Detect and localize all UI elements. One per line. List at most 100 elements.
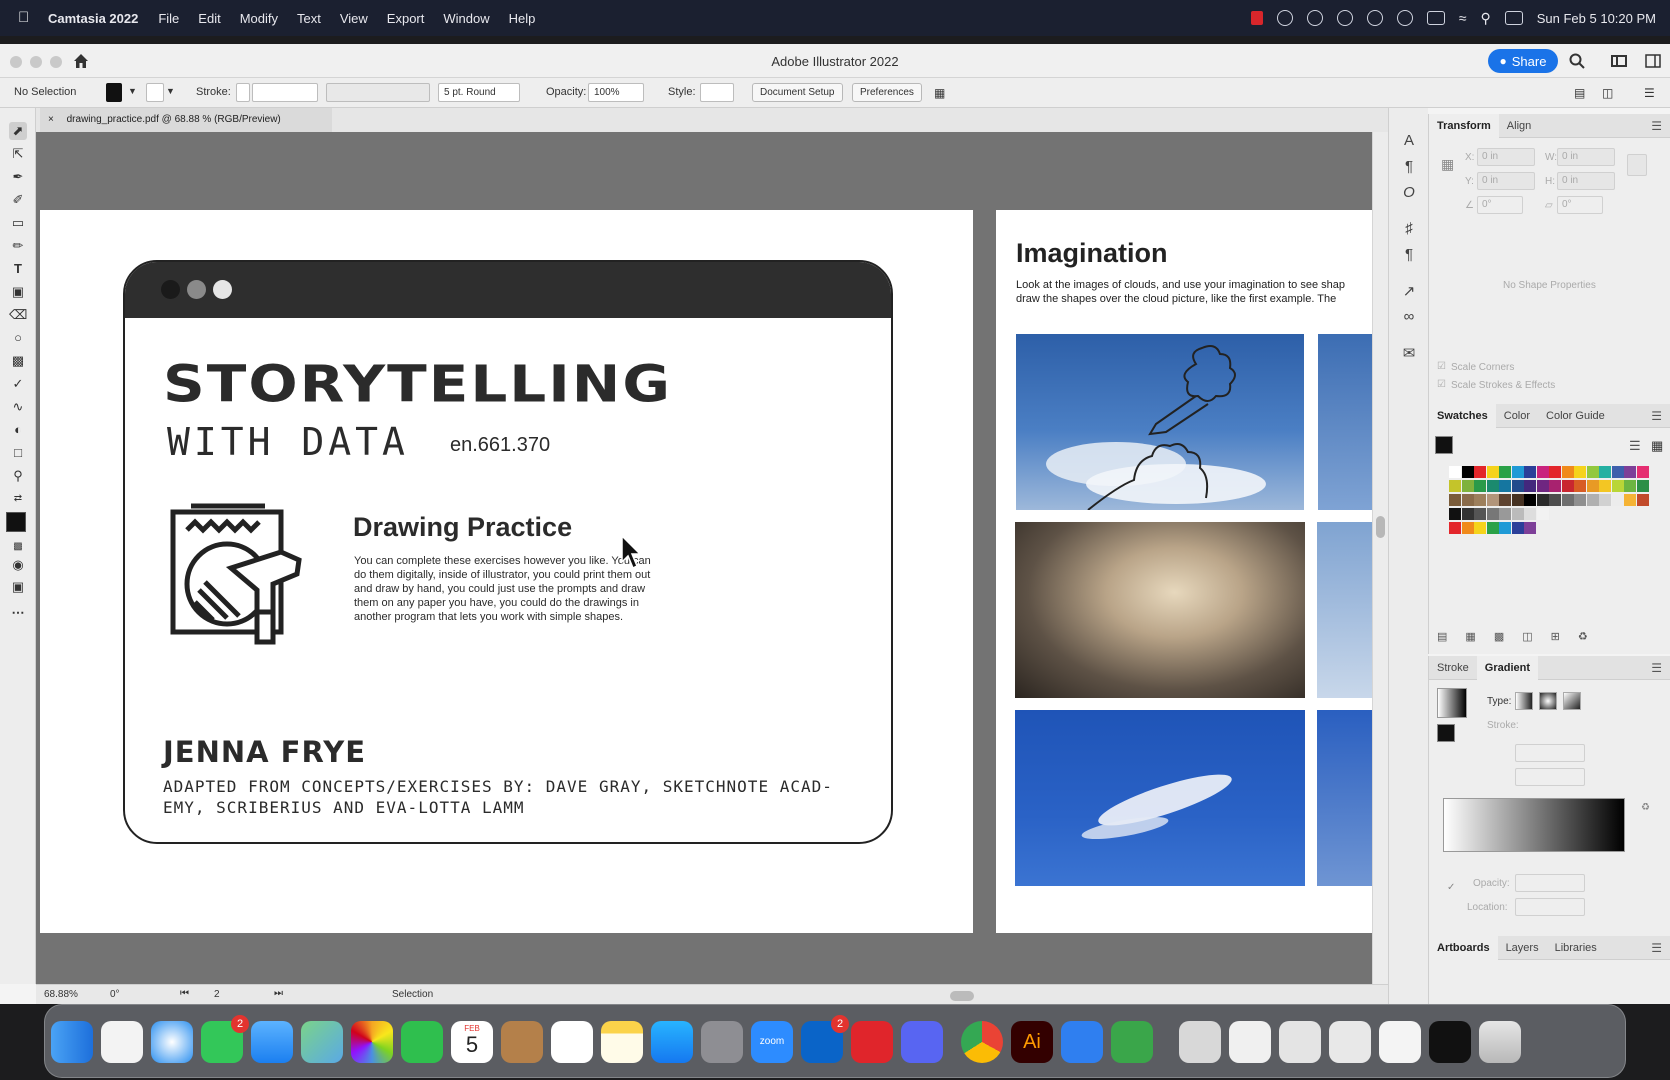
tab-layers[interactable]: Layers <box>1498 936 1547 960</box>
color-swatch[interactable] <box>1599 494 1611 506</box>
workspace-icon[interactable] <box>1644 52 1662 70</box>
color-swatch[interactable] <box>1461 508 1474 520</box>
rotate-field[interactable]: 0° <box>1477 196 1523 214</box>
rotation-value[interactable]: 0° <box>110 989 120 1000</box>
launchpad-icon[interactable] <box>101 1021 143 1063</box>
color-swatch[interactable] <box>1486 494 1499 506</box>
stroke-weight-stepper[interactable] <box>236 83 250 102</box>
artboard-2[interactable]: Imagination Look at the images of clouds… <box>996 210 1372 933</box>
color-swatch[interactable] <box>1449 466 1461 478</box>
color-swatch[interactable] <box>1511 522 1524 534</box>
menu-modify[interactable]: Modify <box>240 11 278 26</box>
paintbrush-tool-icon[interactable]: ✏ <box>9 237 27 255</box>
y-field[interactable]: 0 in <box>1477 172 1535 190</box>
color-swatch[interactable] <box>1486 508 1499 520</box>
menu-export[interactable]: Export <box>387 11 425 26</box>
fill-color-swatch[interactable] <box>106 83 122 102</box>
freeform-gradient-button[interactable] <box>1563 692 1581 710</box>
export-panel-icon[interactable]: ↗ <box>1400 282 1418 300</box>
menu-view[interactable]: View <box>340 11 368 26</box>
status-icon-1[interactable] <box>1276 10 1293 26</box>
status-icon-2[interactable] <box>1336 10 1353 26</box>
menu-text[interactable]: Text <box>297 11 321 26</box>
color-swatch[interactable] <box>1561 494 1574 506</box>
pen-tool-icon[interactable]: ✒ <box>9 168 27 186</box>
swap-colors-icon[interactable]: ⇄ <box>9 490 27 508</box>
calendar-icon[interactable]: FEB 5 <box>451 1021 493 1063</box>
color-swatch[interactable] <box>1486 522 1499 534</box>
photos-icon[interactable] <box>351 1021 393 1063</box>
tab-artboards[interactable]: Artboards <box>1429 935 1498 960</box>
document-tab[interactable]: × drawing_practice.pdf @ 68.88 % (RGB/Pr… <box>40 108 332 132</box>
notes-icon[interactable] <box>601 1021 643 1063</box>
tab-close-icon[interactable]: × <box>48 114 54 125</box>
color-swatch[interactable] <box>1624 494 1636 506</box>
app-menu[interactable]: Camtasia 2022 <box>48 11 138 26</box>
w-field[interactable]: 0 in <box>1557 148 1615 166</box>
battery-icon[interactable] <box>1426 11 1445 25</box>
color-swatch[interactable] <box>1561 466 1574 478</box>
system-preferences-icon[interactable] <box>701 1021 743 1063</box>
color-swatch[interactable] <box>1624 466 1636 478</box>
color-swatch[interactable] <box>1549 494 1561 506</box>
links-panel-icon[interactable]: ∞ <box>1400 308 1418 326</box>
style-select[interactable] <box>700 83 734 102</box>
color-swatch[interactable] <box>1524 522 1536 534</box>
color-swatch[interactable] <box>1636 466 1649 478</box>
stroke-dropdown-icon[interactable]: ▼ <box>166 86 175 96</box>
align-icon[interactable]: ▤ <box>1574 86 1585 100</box>
symbol-sprayer-tool-icon[interactable]: ◐ <box>9 421 27 439</box>
color-swatch[interactable] <box>1624 480 1636 492</box>
curvature-tool-icon[interactable]: ✐ <box>9 191 27 209</box>
menubar-datetime[interactable]: Sun Feb 5 10:20 PM <box>1537 11 1656 26</box>
vertical-scroll-thumb[interactable] <box>1376 516 1385 538</box>
camtasia-icon[interactable] <box>1111 1021 1153 1063</box>
keynote-icon[interactable] <box>1061 1021 1103 1063</box>
transform-panel-menu-icon[interactable]: ☰ <box>1651 119 1662 133</box>
vertical-scrollbar[interactable] <box>1372 132 1388 984</box>
eraser-tool-icon[interactable]: ⌫ <box>9 306 27 324</box>
color-swatch[interactable] <box>1474 466 1486 478</box>
color-swatch[interactable] <box>1499 522 1511 534</box>
color-swatch[interactable] <box>1474 494 1486 506</box>
share-button[interactable]: ● Share <box>1488 49 1558 73</box>
status-icon-4[interactable] <box>1396 10 1413 26</box>
x-field[interactable]: 0 in <box>1477 148 1535 166</box>
character-styles-icon[interactable]: ♯ <box>1400 220 1418 238</box>
fill-stroke-swatch[interactable] <box>6 512 26 532</box>
color-swatch[interactable] <box>1474 522 1486 534</box>
fill-dropdown-icon[interactable]: ▼ <box>128 86 137 96</box>
app-store-icon[interactable] <box>651 1021 693 1063</box>
swatch-options-icon[interactable]: ▩ <box>1494 630 1504 643</box>
new-swatch-icon[interactable]: ⊞ <box>1551 630 1560 643</box>
first-artboard-icon[interactable]: ⏮ <box>180 988 189 999</box>
reminders-icon[interactable] <box>551 1021 593 1063</box>
apple-menu-icon[interactable]:  <box>18 10 34 26</box>
screen-mode-icon[interactable]: ▣ <box>9 578 27 596</box>
last-artboard-icon[interactable]: ⏭ <box>274 988 283 999</box>
color-swatch[interactable] <box>1461 494 1474 506</box>
color-swatch[interactable] <box>1574 494 1586 506</box>
color-swatch[interactable] <box>1586 494 1599 506</box>
scale-strokes-checkbox[interactable]: ☑ <box>1437 379 1446 390</box>
color-swatch[interactable] <box>1511 466 1524 478</box>
cloud-photo-2[interactable] <box>1318 334 1372 510</box>
gradient-fill-stroke-icon[interactable] <box>1437 724 1455 742</box>
tab-transform[interactable]: Transform <box>1429 113 1499 138</box>
search-icon[interactable] <box>1568 52 1586 70</box>
arrange-icon[interactable]: ▦ <box>934 86 945 100</box>
audio-icon[interactable] <box>1306 10 1323 26</box>
gradient-location-field[interactable] <box>1515 898 1585 916</box>
gradient-slider[interactable] <box>1443 798 1625 852</box>
color-swatch[interactable] <box>1511 508 1524 520</box>
cloud-photo-5[interactable] <box>1015 710 1305 886</box>
color-swatch[interactable] <box>1549 480 1561 492</box>
downloads-folder-icon[interactable] <box>1179 1021 1221 1063</box>
artboard-1[interactable]: storytelling with data en.661.370 Drawin… <box>40 210 973 933</box>
control-menu-icon[interactable]: ☰ <box>1644 86 1655 100</box>
gradient-eyedropper-icon[interactable]: ✓ <box>1447 882 1455 893</box>
gradient-aspect-field[interactable] <box>1515 768 1585 786</box>
color-swatch[interactable] <box>1636 494 1649 506</box>
color-swatch[interactable] <box>1524 480 1536 492</box>
list-view-icon[interactable]: ☰ <box>1629 438 1641 454</box>
